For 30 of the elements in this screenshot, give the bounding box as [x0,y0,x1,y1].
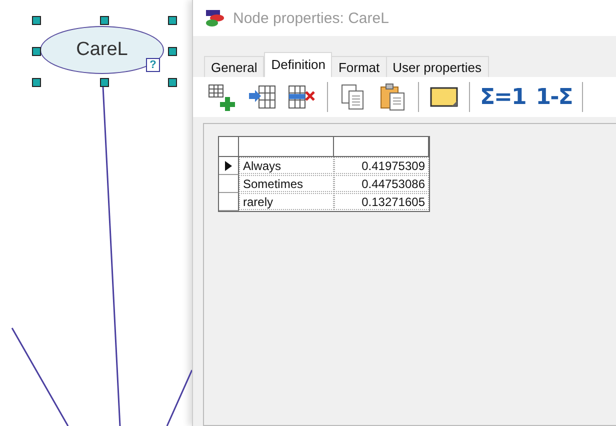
table-cell: rarely [239,193,334,210]
toolbar-button[interactable]: 1-Σ [536,84,572,110]
selection-handle[interactable] [168,47,177,56]
toolbar-button[interactable]: Σ=1 [480,84,526,110]
table-cell: 0.44753086 [334,175,429,192]
table-cell: 0.41975309 [334,157,429,174]
selection-handle[interactable] [168,16,177,25]
selection-handle[interactable] [32,16,41,25]
table-cell: Always [239,157,334,174]
selection-handle[interactable] [100,78,109,87]
selection-handle[interactable] [168,78,177,87]
column-header[interactable] [334,137,429,157]
column-header[interactable] [239,137,334,157]
delete-column-icon [287,83,317,111]
tab[interactable]: Definition [264,52,332,77]
insert-column-icon [247,83,277,111]
selection-handle[interactable] [32,47,41,56]
connector-line [166,370,192,426]
window-title: Node properties: CareL [233,10,389,26]
tab[interactable]: General [204,56,264,77]
row-selector[interactable] [219,157,239,175]
table-cell: Sometimes [239,175,334,192]
table-cell: 0.13271605 [334,193,429,210]
add-table-icon [207,83,237,111]
current-row-icon [225,160,232,170]
tab[interactable]: User properties [386,56,488,77]
app-logo-icon [205,9,225,27]
selection-handle[interactable] [32,78,41,87]
selection-handle[interactable] [100,16,109,25]
question-badge: ? [146,58,160,72]
